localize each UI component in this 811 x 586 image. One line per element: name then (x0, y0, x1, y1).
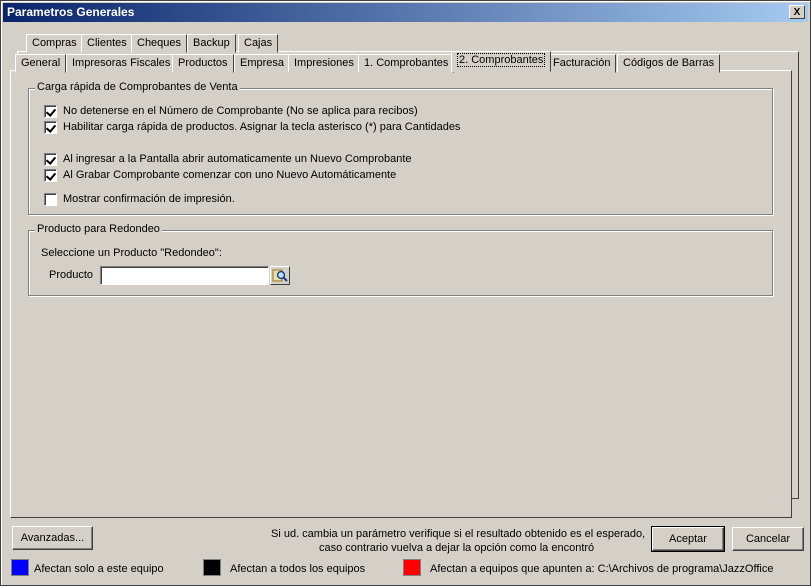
tab-impresoras-fiscales[interactable]: Impresoras Fiscales (66, 54, 177, 73)
tab-1-comprobantes[interactable]: 1. Comprobantes (358, 54, 455, 73)
tab-cajas[interactable]: Cajas (238, 34, 279, 53)
producto-label: Producto (49, 269, 94, 281)
carga-rapida-group: Carga rápida de Comprobantes de Venta No… (28, 81, 773, 215)
option-grabar-nuevo[interactable]: Al Grabar Comprobante comenzar con uno N… (44, 169, 396, 183)
magnifier-icon (272, 269, 288, 282)
tab-cheques[interactable]: Cheques (131, 34, 188, 53)
tab-impresiones[interactable]: Impresiones (288, 54, 360, 73)
checkbox-confirmacion-impresion[interactable] (44, 193, 57, 206)
notice-line-2: caso contrario vuelva a dejar la opción … (319, 542, 595, 554)
redondeo-title: Producto para Redondeo (35, 223, 162, 235)
cancelar-button[interactable]: Cancelar (732, 527, 804, 551)
notice-line-1: Si ud. cambia un parámetro verifique si … (271, 528, 646, 540)
parametros-window: Parametros Generales X Compras Clientes … (0, 0, 811, 586)
tab-compras[interactable]: Compras (26, 34, 83, 53)
carga-rapida-title: Carga rápida de Comprobantes de Venta (35, 81, 240, 93)
producto-search-button[interactable] (270, 266, 290, 285)
legend-black-swatch (203, 559, 221, 576)
legend-path-machines: Afectan a equipos que apunten a: C:\Arch… (430, 563, 774, 575)
redondeo-group: Producto para Redondeo Seleccione un Pro… (28, 223, 773, 296)
tab-empresa[interactable]: Empresa (234, 54, 291, 73)
legend-all-machines: Afectan a todos los equipos (230, 563, 366, 575)
window-title: Parametros Generales (7, 5, 135, 19)
tab-backup[interactable]: Backup (187, 34, 236, 53)
legend-blue-swatch (11, 559, 29, 576)
avanzadas-button[interactable]: Avanzadas... (12, 526, 93, 550)
tab-codigos-de-barras[interactable]: Códigos de Barras (617, 54, 721, 73)
option-carga-rapida[interactable]: Habilitar carga rápida de productos. Asi… (44, 121, 460, 135)
checkbox-grabar-nuevo[interactable] (44, 169, 57, 182)
option-confirmacion-impresion[interactable]: Mostrar confirmación de impresión. (44, 193, 235, 207)
title-bar[interactable]: Parametros Generales X (3, 3, 808, 22)
aceptar-button[interactable]: Aceptar (651, 526, 725, 552)
checkbox-abrir-nuevo[interactable] (44, 153, 57, 166)
checkbox-carga-rapida[interactable] (44, 121, 57, 134)
legend-this-machine: Afectan solo a este equipo (34, 563, 164, 575)
checkbox-no-detenerse[interactable] (44, 105, 57, 118)
tab-panel-2-comprobantes: Carga rápida de Comprobantes de Venta No… (10, 70, 792, 518)
redondeo-instruction: Seleccione un Producto "Redondeo": (41, 247, 222, 259)
option-no-detenerse[interactable]: No detenerse en el Número de Comprobante… (44, 105, 418, 119)
tab-clientes[interactable]: Clientes (81, 34, 133, 53)
legend-red-swatch (403, 559, 421, 576)
tab-2-comprobantes[interactable]: 2. Comprobantes (451, 51, 552, 72)
tab-facturacion[interactable]: Facturación (547, 54, 617, 73)
producto-input[interactable] (100, 266, 269, 285)
tab-general[interactable]: General (15, 54, 67, 73)
option-abrir-nuevo[interactable]: Al ingresar a la Pantalla abrir automati… (44, 153, 412, 167)
tab-productos[interactable]: Productos (172, 54, 234, 73)
close-button[interactable]: X (789, 5, 805, 19)
